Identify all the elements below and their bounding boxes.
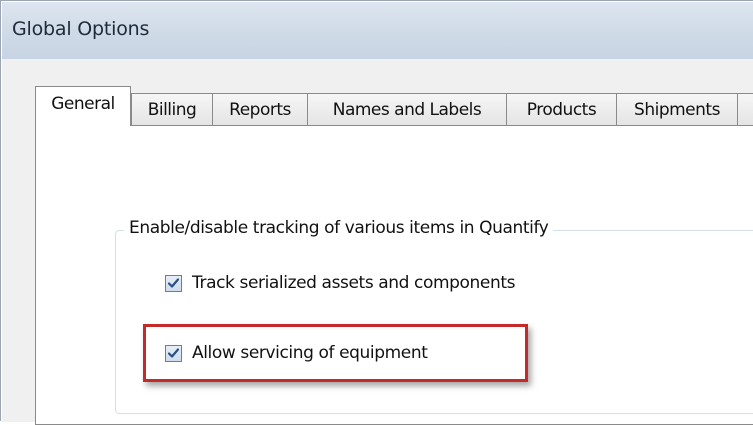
title-bar: Global Options <box>2 2 753 59</box>
tab-label: General <box>51 93 115 114</box>
tab-strip: General Billing Reports Names and Labels… <box>35 86 753 126</box>
tab-billing[interactable]: Billing <box>131 93 213 126</box>
tab-label: Reports <box>229 100 291 120</box>
tab-general[interactable]: General <box>35 86 131 126</box>
tab-label: Products <box>526 100 597 120</box>
allow-servicing-checkbox[interactable] <box>165 344 182 362</box>
check-icon <box>167 347 180 358</box>
track-serialized-assets-checkbox[interactable] <box>165 274 182 292</box>
tracking-group-legend: Enable/disable tracking of various items… <box>124 218 554 238</box>
track-serialized-assets-label: Track serialized assets and components <box>192 273 516 293</box>
track-serialized-assets-option[interactable]: Track serialized assets and components <box>165 273 515 293</box>
tab-label: Billing <box>147 100 197 120</box>
tab-shipments[interactable]: Shipments <box>616 93 738 126</box>
tab-names-and-labels[interactable]: Names and Labels <box>307 93 507 126</box>
check-icon <box>167 277 180 288</box>
tracking-group-box <box>115 230 753 414</box>
allow-servicing-option[interactable]: Allow servicing of equipment <box>165 343 428 363</box>
tab-label: Shipments <box>634 100 720 120</box>
tab-label: Names and Labels <box>332 100 482 120</box>
tab-reports[interactable]: Reports <box>212 93 308 126</box>
tab-overflow[interactable] <box>737 93 753 126</box>
allow-servicing-label: Allow servicing of equipment <box>192 343 428 363</box>
window-title: Global Options <box>12 18 150 40</box>
tab-products[interactable]: Products <box>506 93 617 126</box>
